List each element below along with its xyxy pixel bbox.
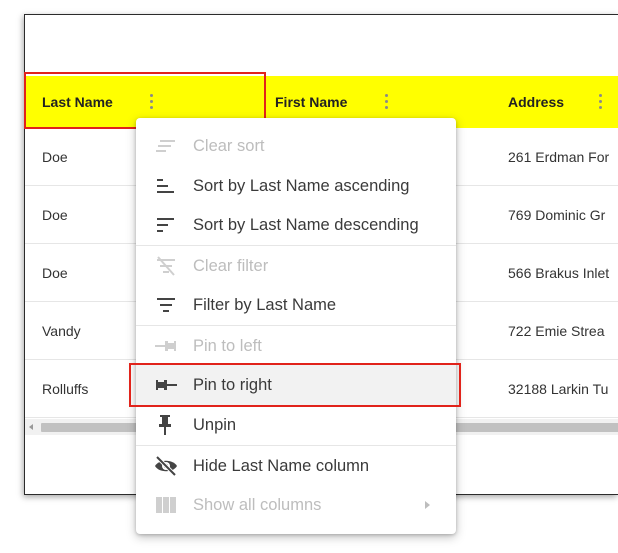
menu-item-label: Clear sort — [193, 136, 265, 155]
column-header-address[interactable]: Address — [508, 76, 564, 128]
menu-item-label: Clear filter — [193, 256, 269, 275]
menu-item-clear-filter[interactable]: Clear filter — [136, 246, 456, 286]
menu-item-show-all-columns[interactable]: Show all columns — [136, 485, 456, 525]
sort-ascending-icon — [157, 179, 174, 193]
scroll-left-arrow-icon[interactable] — [29, 424, 33, 430]
menu-item-sort-ascending[interactable]: Sort by Last Name ascending — [136, 166, 456, 206]
column-context-menu: Clear sort Sort by Last Name ascending S… — [136, 118, 456, 534]
pin-right-icon — [156, 380, 177, 390]
cell-address: 769 Dominic Gr — [508, 207, 606, 223]
menu-item-label: Pin to left — [193, 336, 262, 355]
menu-item-label: Sort by Last Name descending — [193, 215, 419, 234]
menu-item-label: Sort by Last Name ascending — [193, 176, 410, 195]
screenshot-stage: Last Name First Name Address Doe 261 Erd… — [0, 0, 618, 553]
menu-item-filter[interactable]: Filter by Last Name — [136, 285, 456, 325]
cell-last-name: Vandy — [42, 323, 81, 339]
pin-icon — [159, 415, 171, 435]
pin-left-icon — [155, 341, 176, 351]
cell-last-name: Doe — [42, 265, 68, 281]
column-menu-icon[interactable] — [599, 94, 603, 110]
eye-off-icon — [155, 455, 177, 477]
filter-icon — [157, 298, 175, 312]
menu-item-label: Pin to right — [193, 375, 272, 394]
cell-last-name: Doe — [42, 207, 68, 223]
cell-address: 566 Brakus Inlet — [508, 265, 610, 281]
column-header-label: First Name — [275, 94, 348, 110]
menu-item-pin-left[interactable]: Pin to left — [136, 326, 456, 366]
menu-item-hide-column[interactable]: Hide Last Name column — [136, 446, 456, 486]
column-header-last-name[interactable]: Last Name — [42, 76, 113, 128]
column-header-label: Address — [508, 94, 565, 110]
filter-off-icon — [157, 256, 175, 276]
cell-address: 261 Erdman For — [508, 149, 610, 165]
cell-last-name: Doe — [42, 149, 68, 165]
menu-item-pin-right[interactable]: Pin to right — [136, 365, 456, 405]
sort-descending-icon — [157, 218, 174, 232]
cell-address: 32188 Larkin Tu — [508, 381, 609, 397]
menu-item-label: Hide Last Name column — [193, 456, 370, 475]
menu-item-sort-descending[interactable]: Sort by Last Name descending — [136, 205, 456, 245]
menu-item-clear-sort[interactable]: Clear sort — [136, 126, 456, 166]
menu-item-label: Filter by Last Name — [193, 295, 337, 314]
menu-item-label: Unpin — [193, 415, 237, 434]
submenu-arrow-icon — [425, 501, 430, 509]
columns-icon — [156, 497, 176, 513]
column-header-label: Last Name — [42, 94, 113, 110]
menu-item-label: Show all columns — [193, 495, 322, 514]
clear-sort-icon — [156, 140, 175, 152]
column-menu-icon[interactable] — [385, 94, 389, 110]
column-menu-icon[interactable] — [150, 94, 154, 110]
menu-item-unpin[interactable]: Unpin — [136, 405, 456, 445]
cell-address: 722 Emie Strea — [508, 323, 605, 339]
cell-last-name: Rolluffs — [42, 381, 89, 397]
